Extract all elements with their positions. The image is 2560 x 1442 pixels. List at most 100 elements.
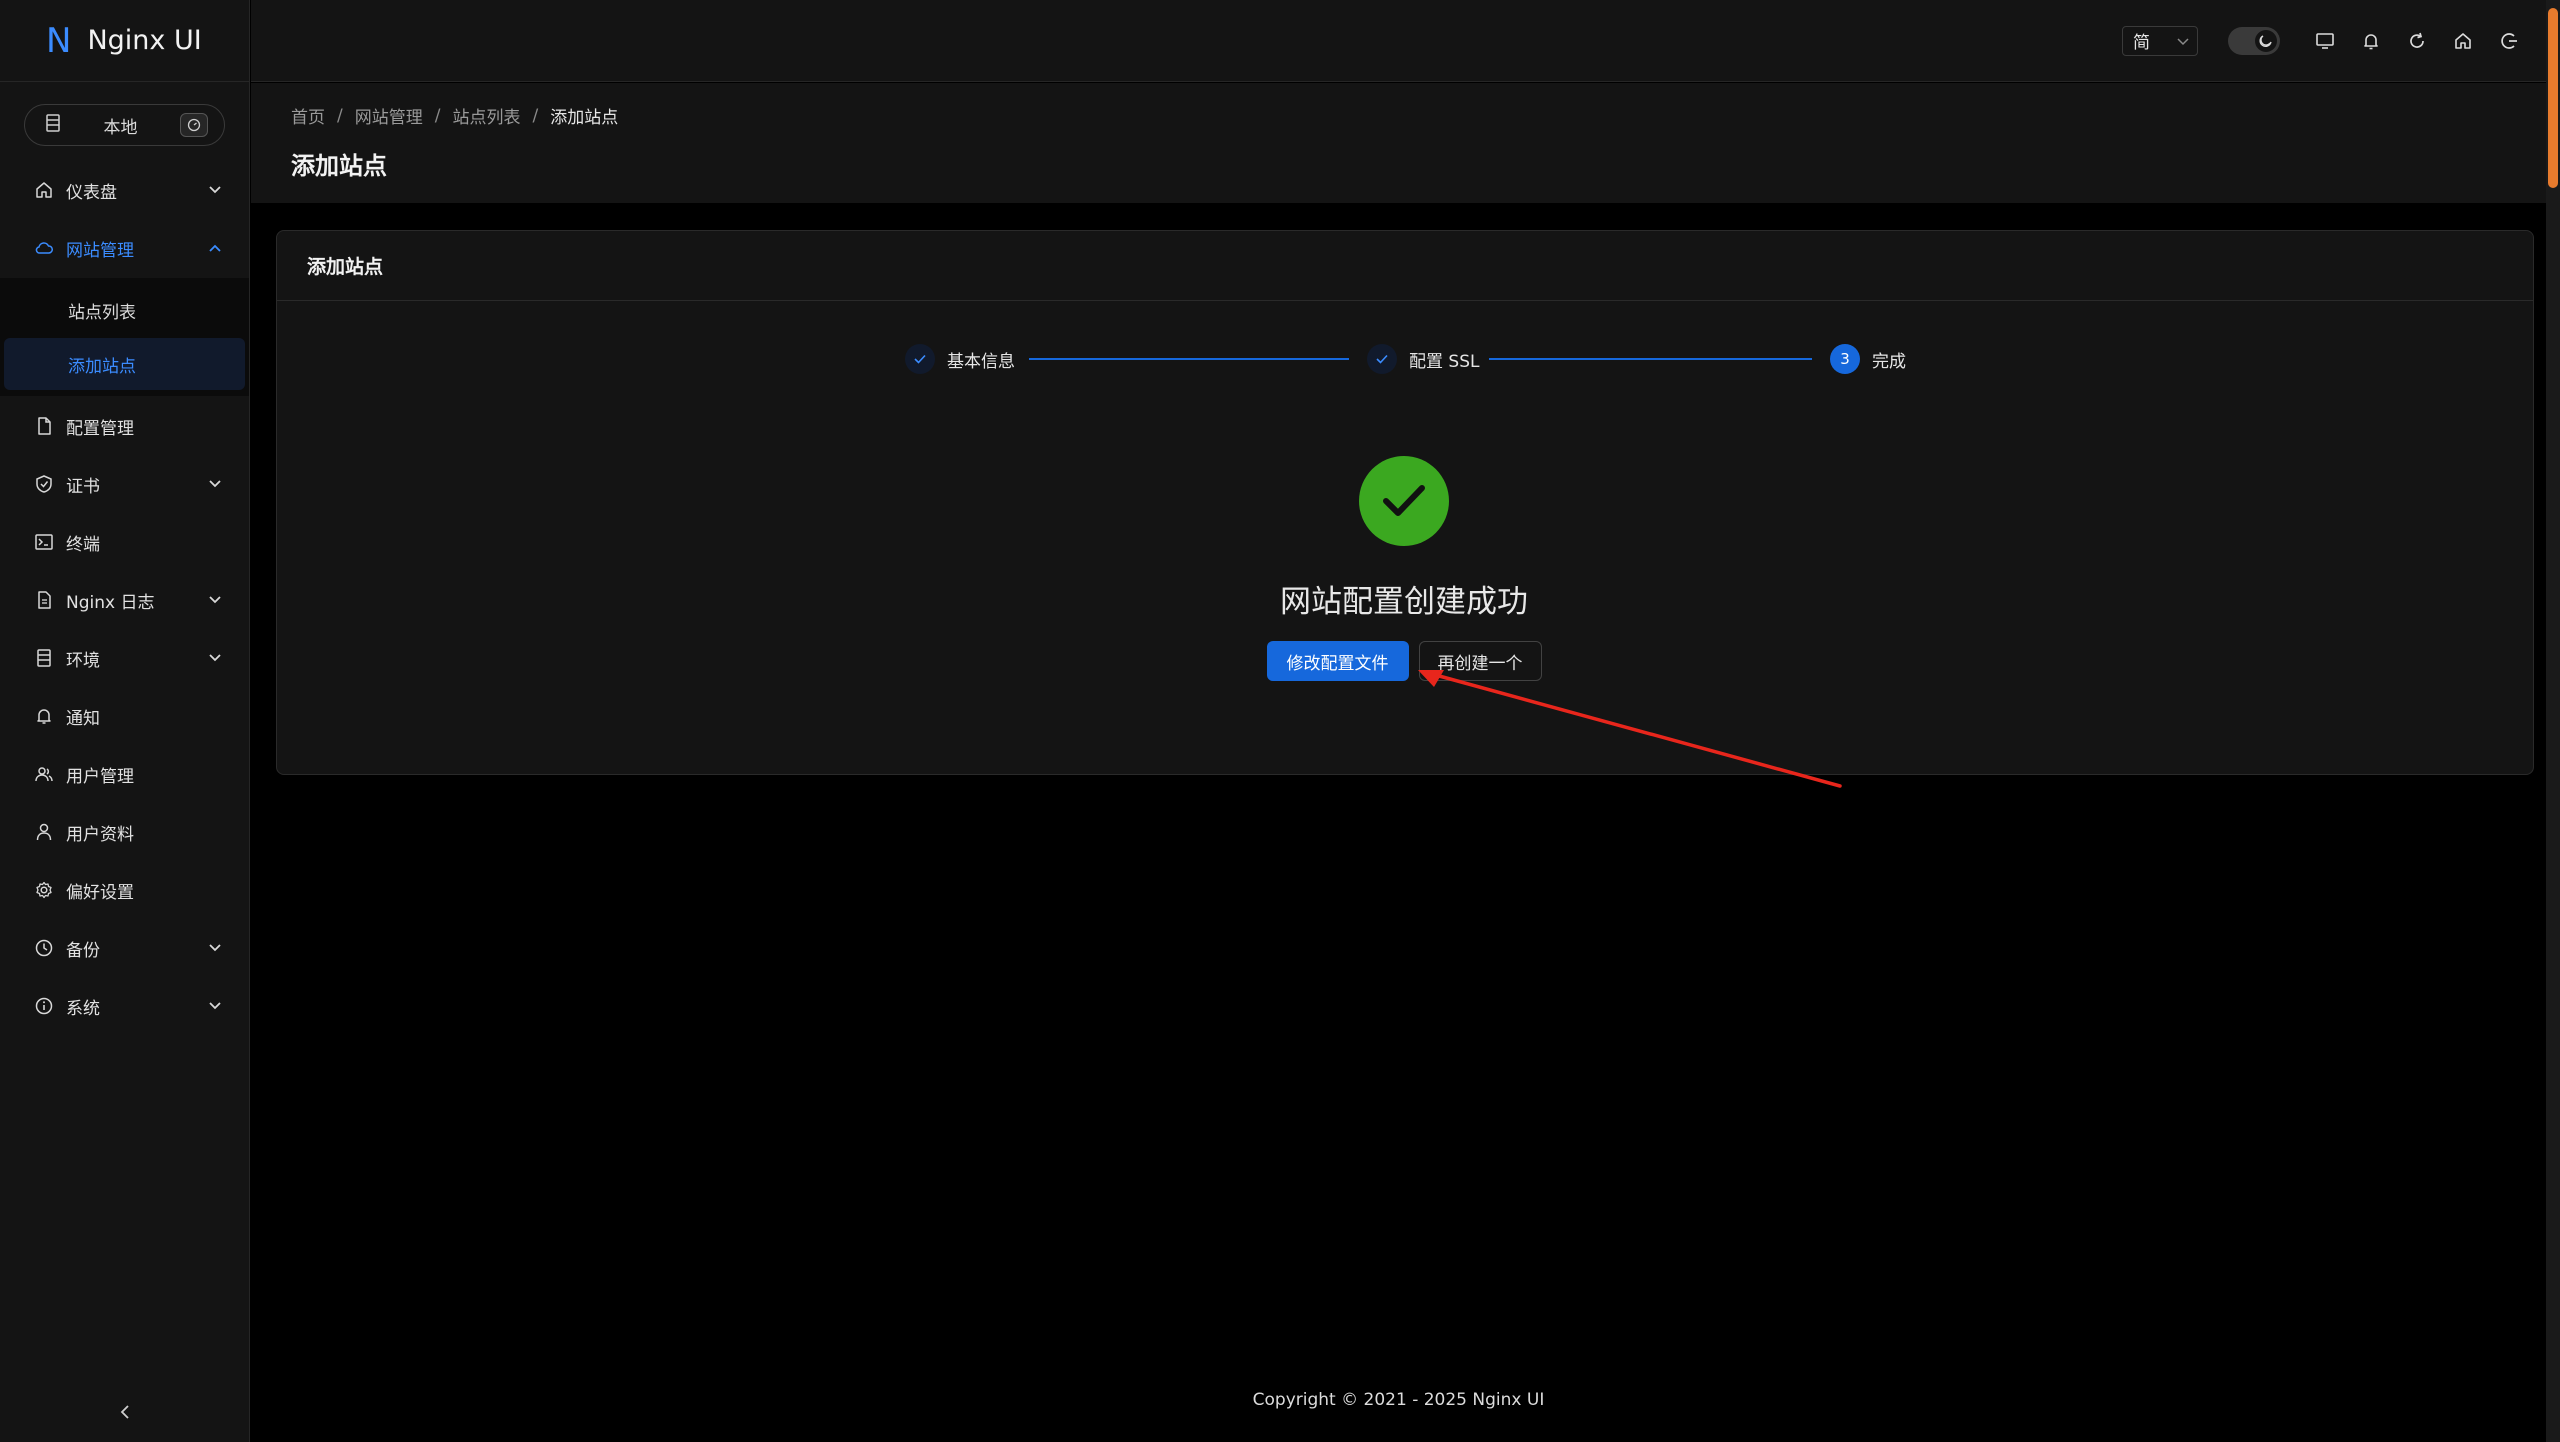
step-complete: 3 完成 [1830, 341, 1906, 377]
sidebar-item-label: 偏好设置 [66, 882, 134, 903]
step-label: 配置 SSL [1409, 351, 1480, 372]
breadcrumb-home[interactable]: 首页 [291, 103, 325, 128]
sidebar-item-label: 仪表盘 [66, 182, 117, 203]
result-actions: 修改配置文件 再创建一个 [1266, 641, 1542, 681]
result: 网站配置创建成功 修改配置文件 再创建一个 [277, 456, 2533, 681]
theme-toggle[interactable] [2228, 26, 2280, 55]
sidebar-menu: 仪表盘 网站管理 站点列表 添加站点 配置管理 证书 终端 Nginx 日志 环… [0, 162, 249, 1034]
sidebar-item-label: 网站管理 [66, 240, 134, 261]
sidebar-item-user-management[interactable]: 用户管理 [0, 746, 249, 802]
breadcrumb-separator: / [434, 105, 441, 126]
page-title: 添加站点 [291, 152, 387, 180]
sidebar-item-add-site[interactable]: 添加站点 [4, 338, 245, 390]
result-title: 网站配置创建成功 [1280, 584, 1528, 620]
edit-config-button[interactable]: 修改配置文件 [1266, 641, 1409, 681]
sidebar-collapse-button[interactable] [115, 1402, 135, 1422]
chevron-down-icon [207, 592, 223, 608]
sidebar-item-label: 备份 [66, 940, 100, 961]
sidebar-item-label: 终端 [66, 534, 100, 555]
reload-icon[interactable] [2405, 29, 2429, 53]
app-root: N Nginx UI 本地 仪表盘 网站管理 站点列表 添加站点 配置管理 证书… [0, 0, 2560, 1442]
chevron-down-icon [207, 940, 223, 956]
gear-icon [34, 880, 54, 900]
create-another-button[interactable]: 再创建一个 [1418, 641, 1542, 681]
steps: 基本信息 配置 SSL 3 完成 [277, 341, 2533, 377]
sidebar-item-label: 用户管理 [66, 766, 134, 787]
app-name: Nginx UI [87, 25, 202, 56]
card-title: 添加站点 [277, 231, 2533, 301]
logout-icon[interactable] [2497, 29, 2521, 53]
monitor-icon[interactable] [2313, 29, 2337, 53]
logo[interactable]: N Nginx UI [0, 0, 249, 82]
sidebar-item-config-management[interactable]: 配置管理 [0, 398, 249, 454]
server-icon [45, 114, 61, 136]
sidebar-item-site-list[interactable]: 站点列表 [4, 284, 245, 336]
breadcrumb-separator: / [532, 105, 539, 126]
breadcrumb-site-list[interactable]: 站点列表 [452, 103, 520, 128]
breadcrumb: 首页 / 网站管理 / 站点列表 / 添加站点 [291, 103, 2546, 129]
home-icon[interactable] [2451, 29, 2475, 53]
terminal-icon [34, 532, 54, 552]
language-select[interactable]: 简 [2122, 25, 2198, 56]
sidebar-item-label: 环境 [66, 650, 100, 671]
sidebar-item-label: 通知 [66, 708, 100, 729]
breadcrumb-separator: / [337, 105, 343, 126]
sidebar-item-environment[interactable]: 环境 [0, 630, 249, 686]
chevron-down-icon [207, 998, 223, 1014]
shield-icon [34, 474, 54, 494]
chevron-left-icon [120, 1405, 129, 1419]
cloud-icon [34, 238, 54, 258]
footer-copyright: Copyright © 2021 - 2025 Nginx UI [1252, 1390, 1545, 1410]
page-scrollbar[interactable] [2546, 0, 2560, 1442]
sidebar-item-user-profile[interactable]: 用户资料 [0, 804, 249, 860]
sidebar-item-site-management[interactable]: 网站管理 [0, 220, 249, 276]
database-icon [34, 648, 54, 668]
environment-switch[interactable]: 本地 [24, 104, 225, 146]
info-icon [34, 996, 54, 1016]
sidebar-item-label: 用户资料 [66, 824, 134, 845]
sidebar-item-label: Nginx 日志 [66, 592, 155, 613]
environment-label: 本地 [103, 117, 138, 138]
sidebar-item-notifications[interactable]: 通知 [0, 688, 249, 744]
sidebar-item-preferences[interactable]: 偏好设置 [0, 862, 249, 918]
sidebar: N Nginx UI 本地 仪表盘 网站管理 站点列表 添加站点 配置管理 证书… [0, 0, 250, 1442]
sidebar-item-dashboard[interactable]: 仪表盘 [0, 162, 249, 218]
sidebar-item-system[interactable]: 系统 [0, 978, 249, 1034]
dashboard-icon[interactable] [180, 113, 208, 137]
top-header: 简 [251, 0, 2546, 82]
chevron-down-icon [2177, 31, 2189, 50]
sidebar-item-backup[interactable]: 备份 [0, 920, 249, 976]
sidebar-item-label: 系统 [66, 998, 100, 1019]
users-icon [34, 764, 54, 784]
home-icon [34, 180, 54, 200]
check-icon [905, 344, 935, 374]
scrollbar-thumb[interactable] [2548, 8, 2558, 188]
site-management-submenu: 站点列表 添加站点 [0, 278, 249, 396]
success-check-icon [1359, 456, 1449, 546]
chevron-down-icon [207, 650, 223, 666]
check-icon [1367, 344, 1397, 374]
page-header: 首页 / 网站管理 / 站点列表 / 添加站点 添加站点 [251, 83, 2546, 203]
step-connector [1489, 358, 1812, 360]
step-configure-ssl: 配置 SSL [1367, 341, 1479, 377]
file-icon [34, 416, 54, 436]
user-icon [34, 822, 54, 842]
bell-icon[interactable] [2359, 29, 2383, 53]
log-icon [34, 590, 54, 610]
logo-mark: N [46, 20, 72, 61]
sidebar-item-certificates[interactable]: 证书 [0, 456, 249, 512]
step-number: 3 [1830, 344, 1860, 374]
sidebar-item-nginx-log[interactable]: Nginx 日志 [0, 572, 249, 628]
moon-icon [2255, 29, 2277, 52]
sidebar-item-label: 证书 [66, 476, 100, 497]
chevron-down-icon [207, 476, 223, 492]
bell-icon [34, 706, 54, 726]
clock-icon [34, 938, 54, 958]
chevron-up-icon [207, 240, 223, 256]
sidebar-item-terminal[interactable]: 终端 [0, 514, 249, 570]
step-connector [1029, 358, 1349, 360]
step-label: 完成 [1872, 351, 1906, 372]
breadcrumb-site-management[interactable]: 网站管理 [355, 103, 423, 128]
breadcrumb-current: 添加站点 [550, 108, 619, 128]
sidebar-item-label: 配置管理 [66, 418, 134, 439]
